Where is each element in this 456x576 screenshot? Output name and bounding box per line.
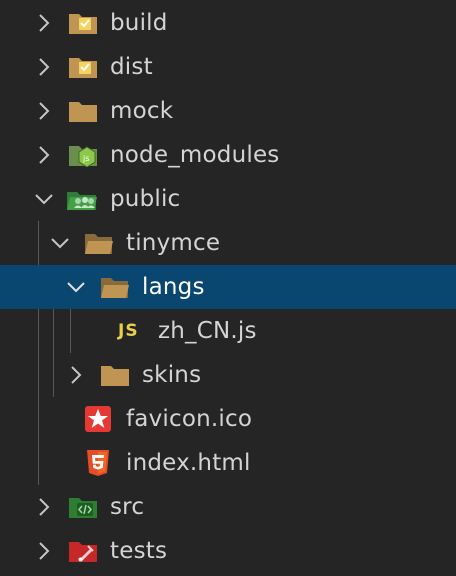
tree-item-label: mock [110,98,174,124]
folder-src-icon [68,495,98,519]
tree-item-zh-cn-js[interactable]: JS zh_CN.js [0,309,456,353]
svg-text:js: js [82,154,89,163]
folder-icon [68,99,98,123]
tree-item-mock[interactable]: mock [0,89,456,133]
chevron-right-icon[interactable] [33,100,55,122]
chevron-down-icon[interactable] [33,188,55,210]
folder-public-icon [66,187,97,211]
tree-item-label: favicon.ico [126,406,253,432]
folder-dist-icon [68,55,98,79]
folder-open-icon [84,231,114,255]
html5-file-icon [86,449,116,476]
chevron-down-icon[interactable] [65,276,87,298]
tree-item-tinymce[interactable]: tinymce [0,221,456,265]
chevron-right-icon[interactable] [33,144,55,166]
tree-item-label: zh_CN.js [158,318,257,344]
chevron-right-icon[interactable] [33,56,55,78]
tree-item-favicon[interactable]: favicon.ico [0,397,456,441]
folder-node-icon: js [68,143,98,167]
tree-item-label: src [110,494,145,520]
tree-item-skins[interactable]: skins [0,353,456,397]
folder-build-icon [68,11,98,35]
tree-item-label: skins [142,362,202,388]
chevron-down-icon[interactable] [49,232,71,254]
tree-item-build[interactable]: build [0,1,456,45]
tree-item-label: build [110,10,168,36]
chevron-right-icon[interactable] [65,364,87,386]
tree-item-label: public [110,186,181,212]
tree-item-label: langs [142,274,205,300]
file-explorer-tree: build dist mock js node_modules public t… [0,0,456,576]
tree-item-label: index.html [126,450,251,476]
chevron-right-icon[interactable] [33,496,55,518]
tree-item-label: dist [110,54,153,80]
tree-item-index-html[interactable]: index.html [0,441,456,485]
tree-item-public[interactable]: public [0,177,456,221]
tree-item-label: tinymce [126,230,221,256]
favicon-file-icon [84,405,114,432]
folder-icon [100,363,130,387]
js-file-icon: JS [118,321,139,341]
chevron-right-icon[interactable] [33,12,55,34]
tree-item-tests[interactable]: tests [0,529,456,573]
folder-test-icon [68,539,98,563]
tree-item-langs[interactable]: langs [0,265,456,309]
folder-open-icon [100,275,130,299]
tree-item-label: node_modules [110,142,280,168]
tree-item-src[interactable]: src [0,485,456,529]
tree-item-dist[interactable]: dist [0,45,456,89]
tree-item-label: tests [110,538,168,564]
chevron-right-icon[interactable] [33,540,55,562]
tree-item-node-modules[interactable]: js node_modules [0,133,456,177]
